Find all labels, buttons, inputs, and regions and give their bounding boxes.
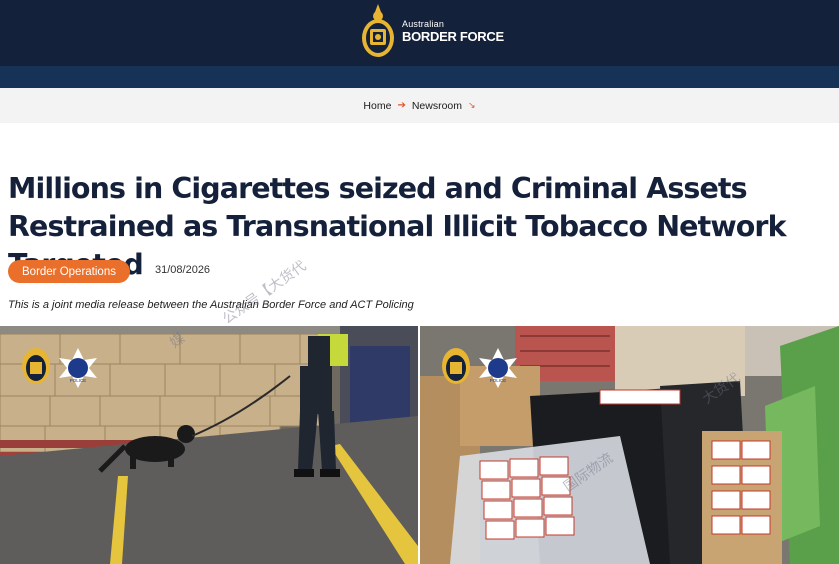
category-badge[interactable]: Border Operations xyxy=(8,260,130,283)
abf-logo[interactable]: Australian BORDER FORCE xyxy=(360,2,504,60)
abf-badge-right xyxy=(442,348,470,384)
abf-badge-left xyxy=(22,348,50,384)
article-title: Millions in Cigarettes seized and Crimin… xyxy=(8,172,787,281)
photo-detector-dog: POLICE xyxy=(0,326,418,564)
photo-seized-cigarettes: POLICE xyxy=(420,326,839,564)
breadcrumb-home-link[interactable]: Home xyxy=(363,100,391,112)
article-date: 31/08/2026 xyxy=(155,264,211,276)
breadcrumb-newsroom-link[interactable]: Newsroom xyxy=(412,100,462,112)
crest-icon xyxy=(362,4,394,57)
police-badge-text: POLICE xyxy=(70,378,87,383)
site-header: Australian BORDER FORCE xyxy=(0,0,839,66)
article-lead: This is a joint media release between th… xyxy=(8,299,414,311)
logo-small-text: Australian xyxy=(402,18,445,29)
police-badge-text-right: POLICE xyxy=(490,378,507,383)
breadcrumb: Home ➔ Newsroom ↘ xyxy=(0,88,839,123)
nav-strip xyxy=(0,66,839,88)
arrow-down-right-icon[interactable]: ↘ xyxy=(468,100,476,111)
arrow-right-icon: ➔ xyxy=(397,100,406,111)
logo-big-text: BORDER FORCE xyxy=(402,28,504,44)
